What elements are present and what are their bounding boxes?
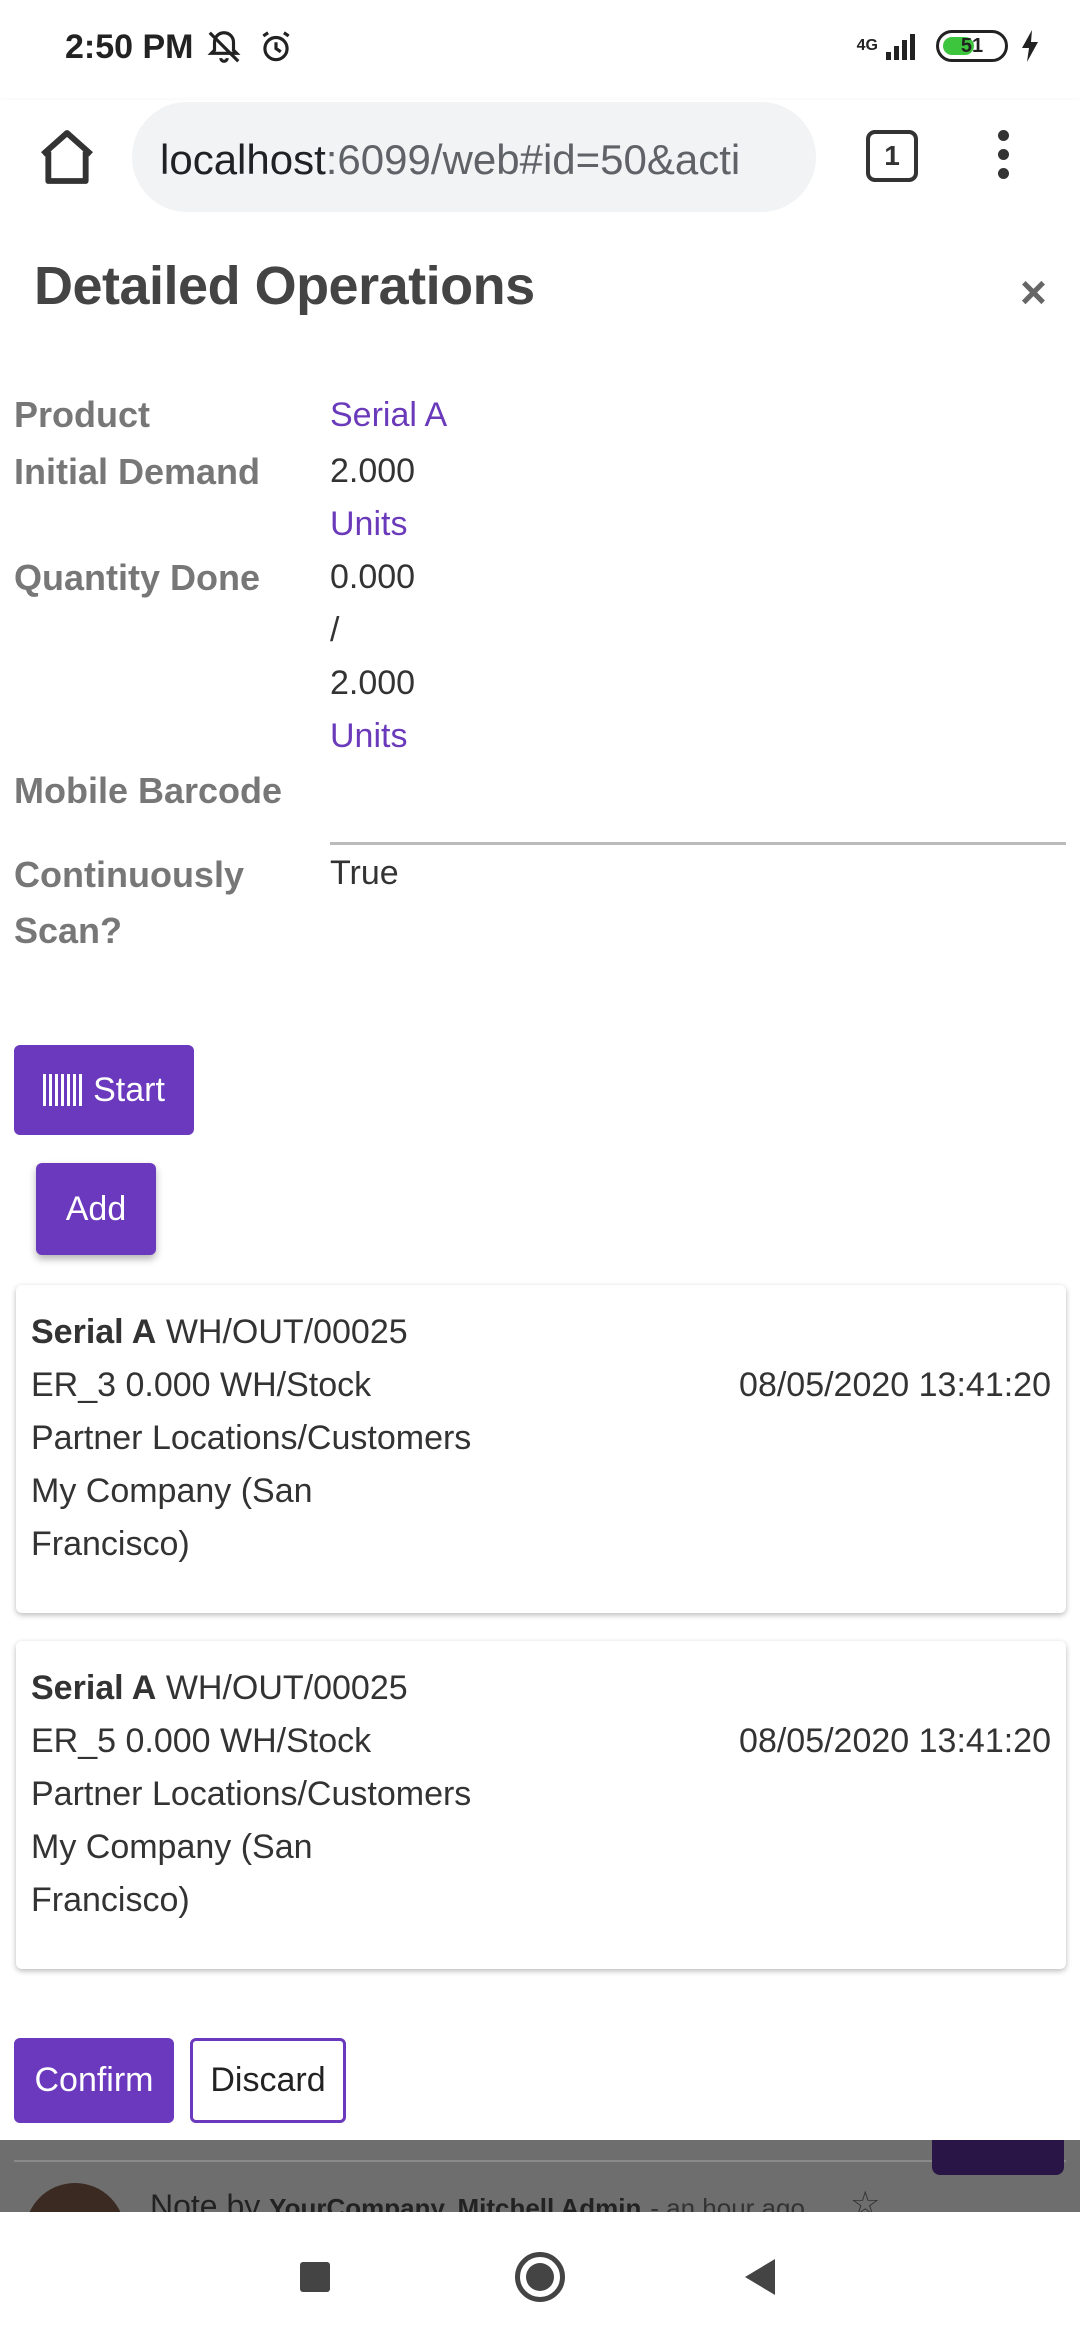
move-line-date: 08/05/2020 13:41:20	[739, 1722, 1051, 1760]
start-button-label: Start	[93, 1070, 165, 1109]
more-menu-icon[interactable]	[985, 130, 1021, 190]
move-line-card[interactable]: Serial A WH/OUT/00025 ER_5 0.000 WH/Stoc…	[16, 1641, 1066, 1969]
initial-demand-uom[interactable]: Units	[330, 498, 407, 550]
move-line-header: Serial A WH/OUT/00025	[31, 1661, 408, 1715]
battery-percent: 51	[960, 34, 984, 57]
chatter-note: Note by YourCompany, Mitchell Admin - an…	[150, 2188, 805, 2212]
confirm-button[interactable]: Confirm	[14, 2038, 174, 2123]
note-time: - an hour ago	[650, 2193, 805, 2212]
move-line-product: Serial A	[31, 1669, 157, 1707]
move-line-reference: WH/OUT/00025	[165, 1313, 408, 1351]
mobile-barcode-input[interactable]	[330, 842, 1066, 845]
mobile-barcode-label: Mobile Barcode	[14, 770, 283, 811]
product-label: Product	[14, 394, 151, 435]
home-nav-icon[interactable]	[515, 2252, 565, 2302]
move-line-date: 08/05/2020 13:41:20	[739, 1366, 1051, 1404]
move-line-company-cont: Francisco)	[31, 1525, 190, 1563]
continuously-scan-label-1: Continuously	[14, 854, 244, 895]
detailed-operations-dialog: Detailed Operations × Product Serial A I…	[0, 235, 1080, 2140]
background-button	[932, 2140, 1064, 2175]
home-icon[interactable]	[35, 125, 99, 189]
back-icon[interactable]	[745, 2259, 775, 2295]
status-system-icons: 4G 51	[857, 30, 1040, 62]
avatar	[25, 2183, 125, 2212]
close-icon[interactable]: ×	[1020, 265, 1047, 319]
network-type: 4G	[856, 37, 878, 54]
initial-demand-label: Initial Demand	[14, 451, 261, 492]
move-line-lot: ER_5 0.000 WH/Stock	[31, 1722, 372, 1760]
background-page: Note by YourCompany, Mitchell Admin - an…	[0, 2140, 1080, 2212]
address-bar[interactable]: localhost:6099/web#id=50&acti	[132, 102, 816, 212]
note-author: YourCompany, Mitchell Admin	[269, 2193, 642, 2212]
dialog-title: Detailed Operations	[34, 256, 535, 316]
add-button[interactable]: Add	[36, 1163, 156, 1255]
url-host: localhost	[160, 136, 326, 183]
star-icon: ☆	[850, 2185, 881, 2212]
move-line-header: Serial A WH/OUT/00025	[31, 1305, 408, 1359]
move-line-reference: WH/OUT/00025	[165, 1669, 408, 1707]
discard-button[interactable]: Discard	[190, 2038, 346, 2123]
move-line-destination: Partner Locations/Customers	[31, 1419, 472, 1457]
alarm-icon	[262, 31, 290, 62]
quantity-done-label: Quantity Done	[14, 557, 261, 598]
battery-icon: 51	[936, 30, 1008, 62]
note-prefix: Note by	[150, 2188, 261, 2212]
recents-icon[interactable]	[300, 2262, 330, 2292]
quantity-done-total: 2.000	[330, 664, 416, 702]
status-bar: 2:50 PM 4G 51	[0, 0, 1080, 100]
barcode-icon	[43, 1074, 84, 1106]
status-notification-icons	[205, 28, 295, 66]
move-line-lot: ER_3 0.000 WH/Stock	[31, 1366, 372, 1404]
quantity-done-uom[interactable]: Units	[330, 710, 407, 762]
move-line-company: My Company (San	[31, 1828, 313, 1866]
status-time: 2:50 PM	[65, 28, 194, 66]
initial-demand-value: 2.000	[330, 452, 416, 490]
start-scan-button[interactable]: Start	[14, 1045, 194, 1135]
signal-icon	[886, 34, 915, 60]
mute-bell-icon	[207, 31, 241, 63]
browser-toolbar: localhost:6099/web#id=50&acti 1	[0, 100, 1080, 235]
move-line-destination: Partner Locations/Customers	[31, 1775, 472, 1813]
charging-icon	[1022, 30, 1038, 62]
quantity-done-value: 0.000	[330, 558, 416, 596]
background-divider	[14, 2160, 1066, 2162]
move-line-company-cont: Francisco)	[31, 1881, 190, 1919]
url-text: localhost:6099/web#id=50&acti	[160, 136, 740, 184]
system-navigation-bar	[0, 2212, 1080, 2340]
continuously-scan-label-2: Scan?	[14, 910, 123, 951]
move-line-product: Serial A	[31, 1313, 157, 1351]
tab-switcher-button[interactable]: 1	[866, 130, 918, 182]
quantity-done-separator: /	[330, 611, 340, 649]
move-line-company: My Company (San	[31, 1472, 313, 1510]
product-link[interactable]: Serial A	[330, 389, 447, 441]
url-path: :6099/web#id=50&acti	[325, 136, 741, 183]
continuously-scan-value: True	[330, 854, 399, 892]
move-line-card[interactable]: Serial A WH/OUT/00025 ER_3 0.000 WH/Stoc…	[16, 1285, 1066, 1613]
